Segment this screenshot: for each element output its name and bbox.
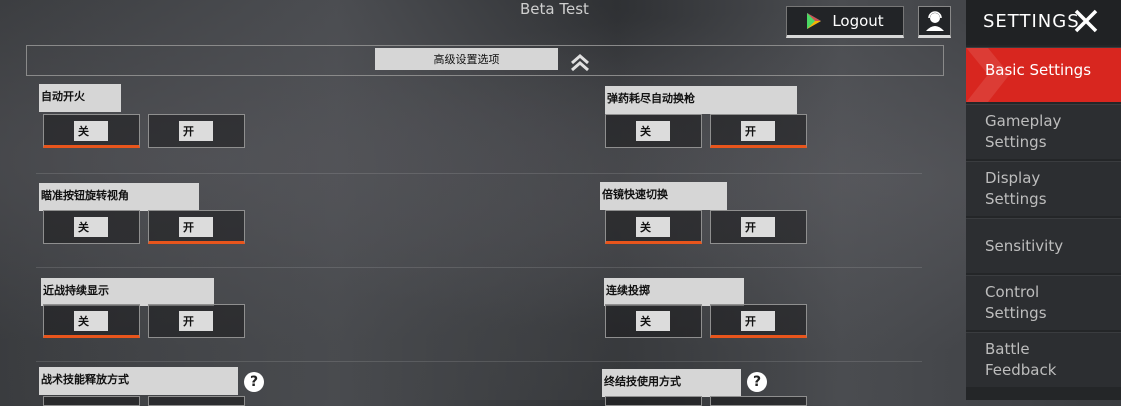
- sidebar-title: SETTINGS: [983, 11, 1080, 32]
- page-title: Beta Test: [520, 0, 589, 18]
- aim-rotate-on-option[interactable]: 开: [148, 210, 245, 244]
- sidebar-item-battle-feedback[interactable]: Battle Feedback: [966, 332, 1121, 387]
- ultimate-mode-option-2[interactable]: [710, 396, 807, 406]
- melee-display-off-option[interactable]: 关: [43, 304, 140, 338]
- aim-rotate-off-option[interactable]: 关: [43, 210, 140, 244]
- option-text: 开: [741, 121, 775, 141]
- option-text: 开: [179, 217, 213, 237]
- option-text: 关: [636, 217, 670, 237]
- headset-person-icon: [925, 11, 944, 31]
- tactical-mode-option-1[interactable]: [43, 396, 140, 406]
- melee-display-label: 近战持续显示: [41, 278, 214, 306]
- scope-switch-on-option[interactable]: 开: [710, 210, 807, 244]
- aim-rotate-label: 瞄准按钮旋转视角: [39, 183, 199, 211]
- top-bar: Beta Test Logout: [0, 0, 966, 46]
- play-store-icon: [807, 13, 822, 29]
- sidebar-header: SETTINGS: [966, 0, 1121, 45]
- auto-reload-off-option[interactable]: 关: [605, 114, 702, 148]
- row-divider: [36, 361, 922, 362]
- option-text: 关: [636, 121, 670, 141]
- settings-sidebar: SETTINGS Basic Settings Gameplay Setting…: [966, 0, 1121, 400]
- option-text: 开: [741, 311, 775, 331]
- sidebar-item-display-settings[interactable]: Display Settings: [966, 161, 1121, 216]
- chevron-up-icon[interactable]: [570, 54, 590, 72]
- scope-switch-off-option[interactable]: 关: [605, 210, 702, 244]
- sidebar-item-gameplay-settings[interactable]: Gameplay Settings: [966, 104, 1121, 159]
- sidebar-item-label: Sensitivity: [985, 237, 1064, 255]
- sidebar-item-label: Control Settings: [985, 283, 1047, 322]
- scope-switch-label: 倍镜快速切换: [600, 182, 727, 210]
- auto-reload-label: 弹药耗尽自动换枪: [605, 86, 797, 114]
- auto-fire-label: 自动开火: [39, 84, 121, 112]
- logout-label: Logout: [832, 12, 884, 30]
- sidebar-item-label: Battle Feedback: [985, 340, 1057, 379]
- option-text: 关: [74, 121, 108, 141]
- advanced-section-label[interactable]: 高级设置选项: [375, 48, 558, 70]
- option-text: 开: [179, 311, 213, 331]
- option-text: 开: [179, 121, 213, 141]
- option-text: 关: [636, 311, 670, 331]
- close-icon[interactable]: [1073, 8, 1099, 34]
- option-text: 关: [74, 217, 108, 237]
- option-text: 关: [74, 311, 108, 331]
- auto-fire-off-option[interactable]: 关: [43, 114, 140, 148]
- auto-reload-on-option[interactable]: 开: [710, 114, 807, 148]
- tactical-mode-option-2[interactable]: [148, 396, 245, 406]
- ultimate-mode-option-1[interactable]: [605, 396, 702, 406]
- tactical-mode-label: 战术技能释放方式: [39, 367, 238, 395]
- sidebar-item-label: Gameplay Settings: [985, 112, 1062, 151]
- auto-fire-on-option[interactable]: 开: [148, 114, 245, 148]
- help-icon[interactable]: ?: [244, 372, 264, 392]
- option-text: 开: [741, 217, 775, 237]
- continuous-throw-label: 连续投掷: [604, 278, 744, 306]
- row-divider: [36, 173, 922, 174]
- sidebar-item-label: Display Settings: [985, 169, 1047, 208]
- continuous-throw-on-option[interactable]: 开: [710, 304, 807, 338]
- continuous-throw-off-option[interactable]: 关: [605, 304, 702, 338]
- ultimate-mode-label: 终结技使用方式: [602, 369, 741, 397]
- sidebar-item-sensitivity[interactable]: Sensitivity: [966, 218, 1121, 273]
- logout-button[interactable]: Logout: [786, 6, 904, 38]
- sidebar-item-control-settings[interactable]: Control Settings: [966, 275, 1121, 330]
- sidebar-item-label: Basic Settings: [985, 61, 1092, 79]
- support-button[interactable]: [918, 6, 951, 38]
- melee-display-on-option[interactable]: 开: [148, 304, 245, 338]
- row-divider: [36, 267, 922, 268]
- sidebar-item-basic-settings[interactable]: Basic Settings: [966, 47, 1121, 102]
- help-icon[interactable]: ?: [747, 372, 767, 392]
